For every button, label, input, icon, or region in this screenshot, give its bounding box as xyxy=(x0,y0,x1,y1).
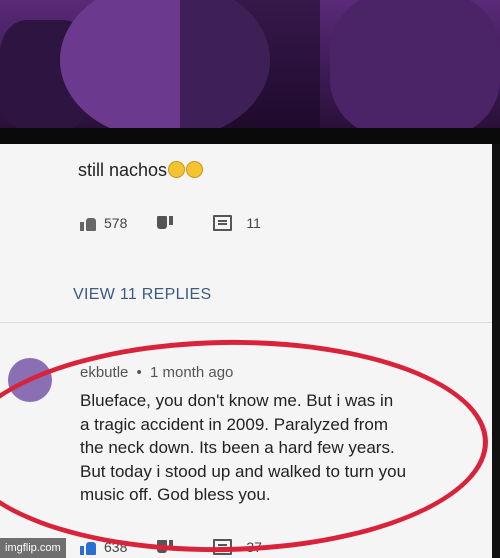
reply-count: 37 xyxy=(246,539,262,555)
video-shape xyxy=(180,0,320,128)
thumbs-up-icon[interactable] xyxy=(80,216,96,231)
comment-meta: ekbutle • 1 month ago xyxy=(80,364,233,381)
like-count: 638 xyxy=(104,539,128,555)
thumbs-down-icon[interactable] xyxy=(157,215,174,231)
avatar[interactable] xyxy=(8,358,52,402)
thumbs-up-icon[interactable] xyxy=(80,540,96,555)
comment-actions: 578 11 xyxy=(80,215,261,231)
timestamp: 1 month ago xyxy=(149,364,234,381)
watermark: imgflip.com xyxy=(0,538,66,558)
comment-text: still nachos xyxy=(78,160,204,181)
laughing-emoji-icon xyxy=(186,161,204,178)
video-bottom-bar xyxy=(0,128,500,144)
comment-actions: 638 37 xyxy=(80,539,262,555)
comment-divider xyxy=(0,322,492,323)
video-shape xyxy=(330,0,500,128)
comment-text: Blueface, you don't know me. But i was i… xyxy=(80,391,407,504)
like-count: 578 xyxy=(104,215,128,231)
reply-icon[interactable] xyxy=(213,215,233,231)
username[interactable]: ekbutle xyxy=(80,364,128,381)
video-thumbnail[interactable] xyxy=(0,0,500,128)
reply-icon[interactable] xyxy=(213,539,233,555)
reply-count: 11 xyxy=(246,215,261,231)
thumbs-down-icon[interactable] xyxy=(157,539,174,555)
screen-edge xyxy=(492,144,500,558)
comments-section: still nachos 578 11 VIEW 11 REPLIES ekbu… xyxy=(0,144,492,558)
meta-separator: • xyxy=(136,364,142,381)
laughing-emoji-icon xyxy=(168,161,186,178)
view-replies-link[interactable]: VIEW 11 REPLIES xyxy=(73,286,211,304)
